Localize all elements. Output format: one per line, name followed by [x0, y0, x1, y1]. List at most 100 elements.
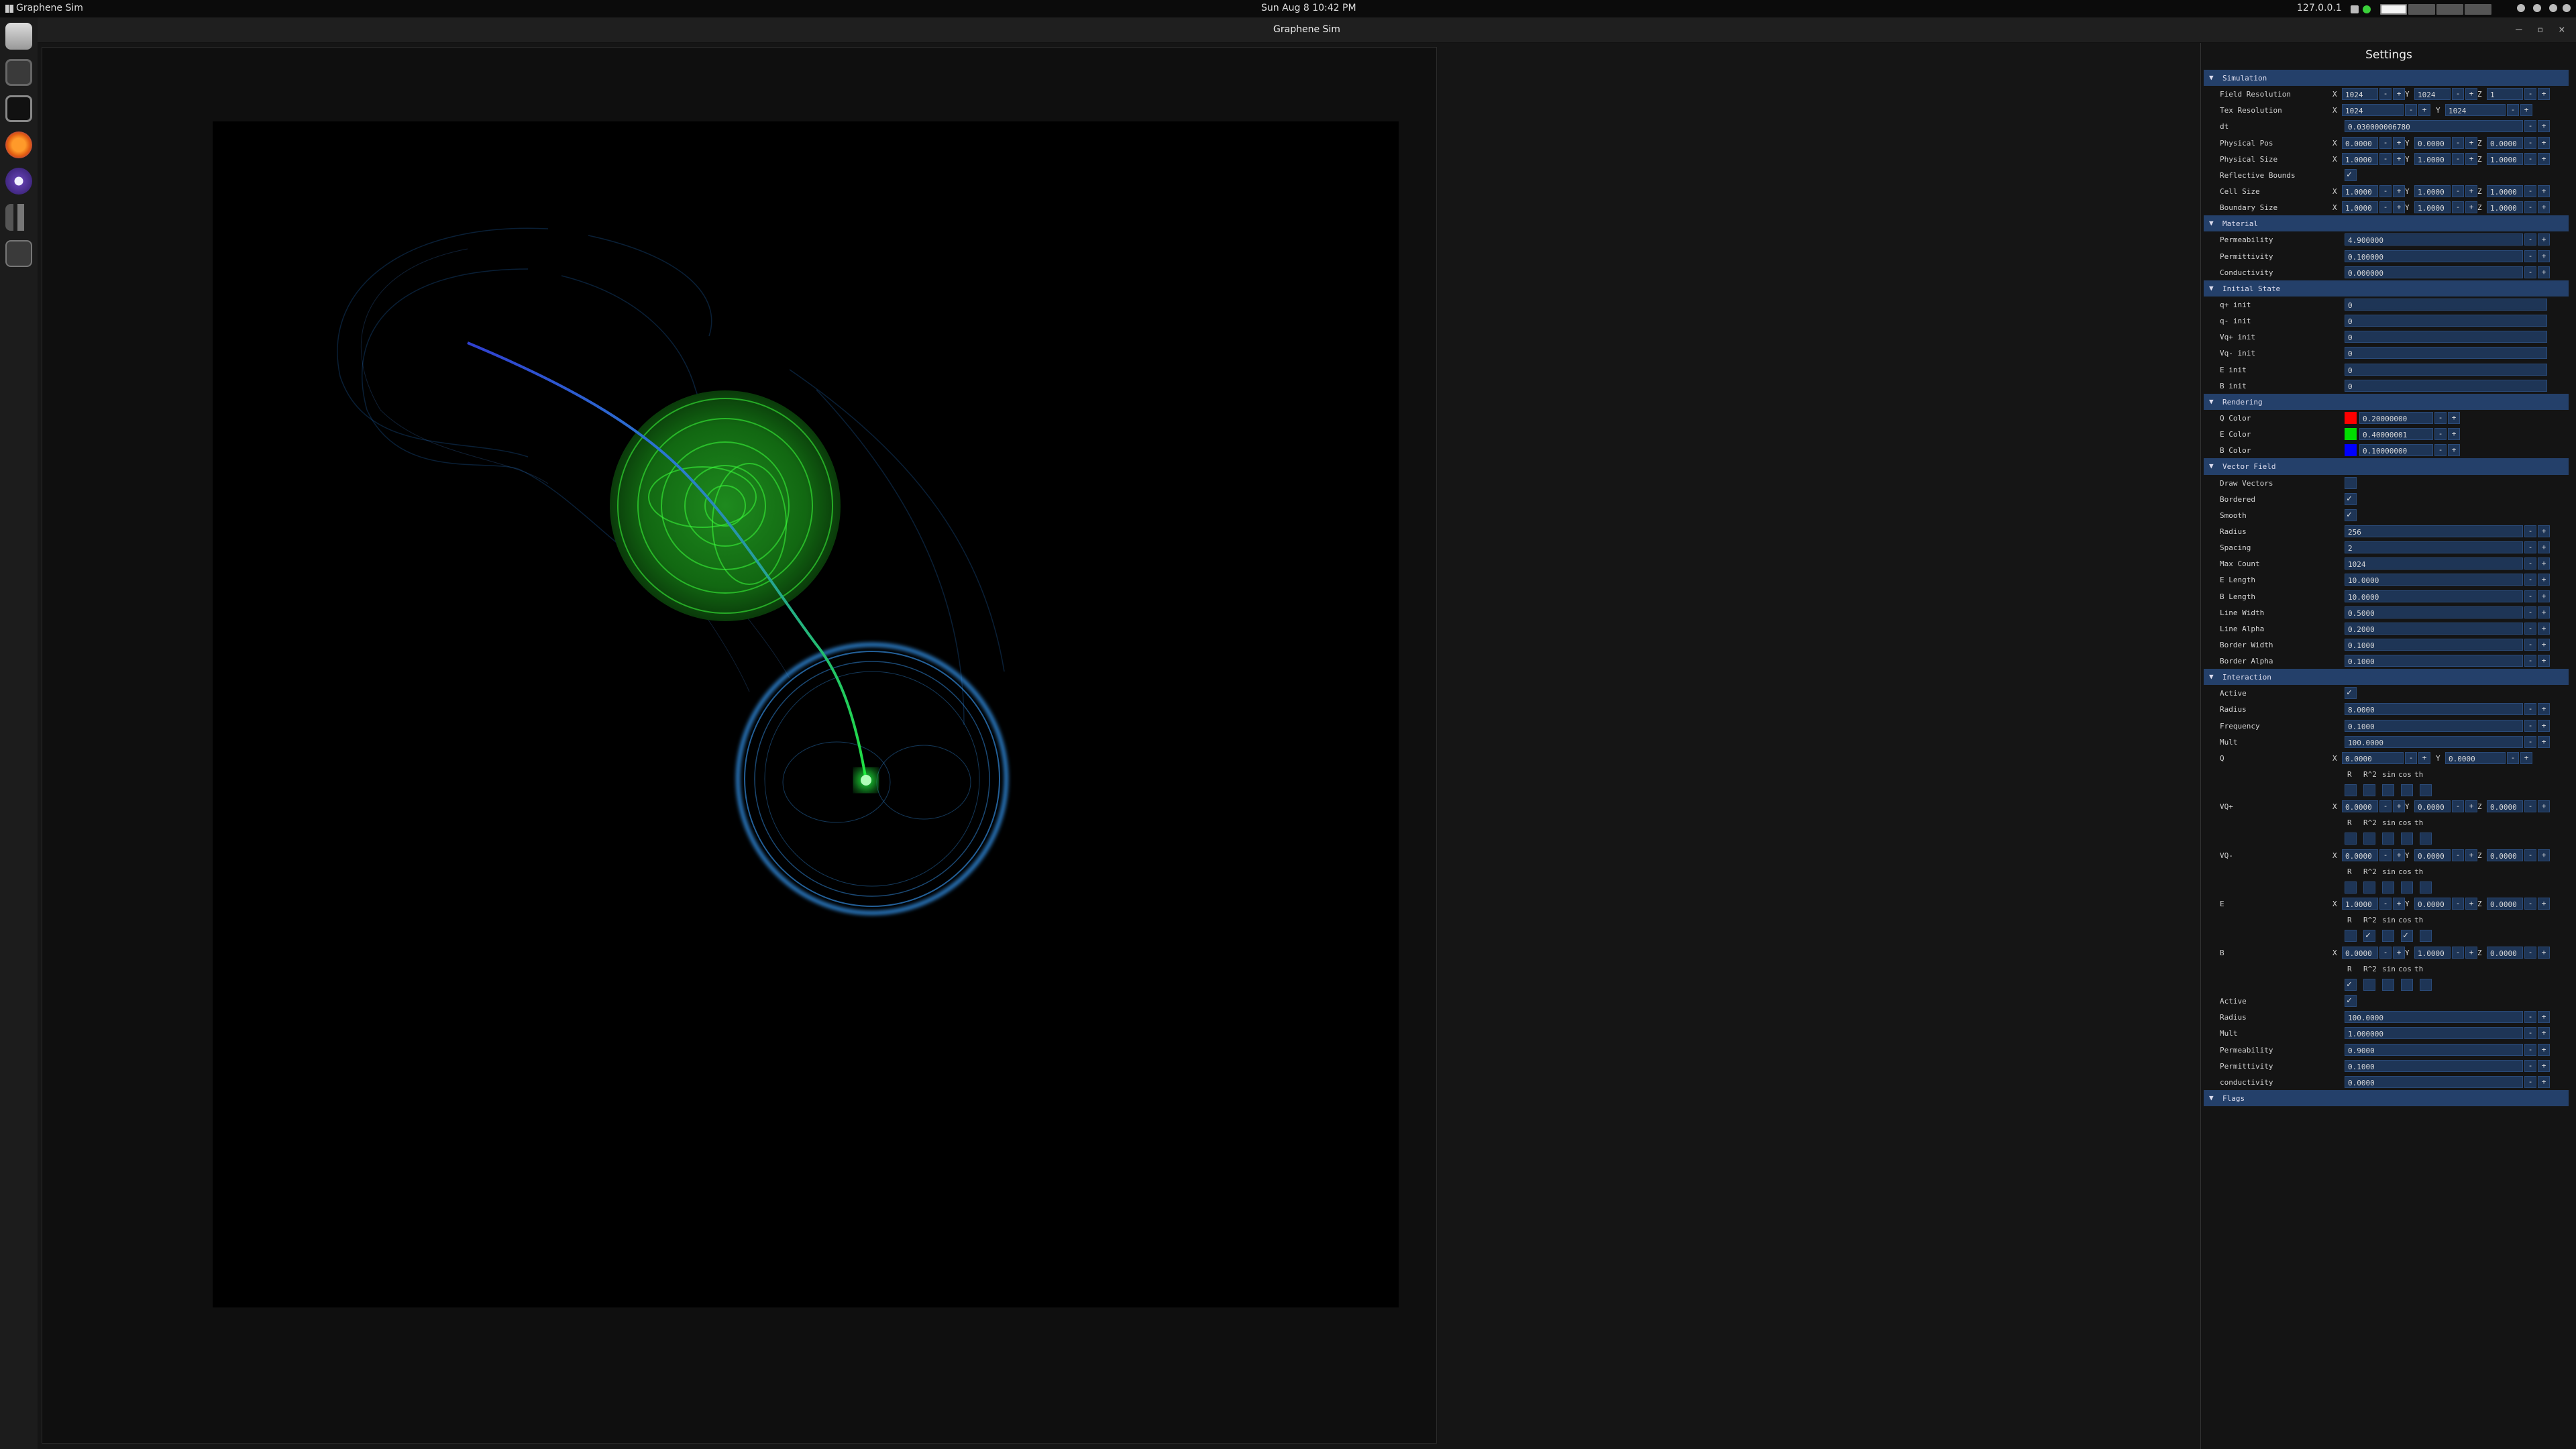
material-radius-minus-button[interactable]: - — [2524, 1011, 2536, 1024]
window-title-bar[interactable]: Graphene Sim – ▫ × — [38, 17, 2576, 43]
smooth-checkbox[interactable] — [2345, 508, 2357, 521]
field-resolution-z-plus-button[interactable]: + — [2538, 88, 2550, 101]
interaction-mult[interactable]: 100.0000 — [2345, 735, 2523, 748]
interaction-e-x-input[interactable]: 1.0000 — [2342, 898, 2378, 910]
material-permeability-plus-button[interactable]: + — [2538, 1043, 2550, 1056]
physical-size-x-input[interactable]: 1.0000 — [2342, 152, 2378, 165]
q-plus-init[interactable]: 0 — [2345, 298, 2547, 311]
interaction-vq-minus-y-input[interactable]: 0.0000 — [2414, 849, 2451, 861]
field-resolution-y-input[interactable]: 1024 — [2414, 88, 2451, 101]
tray-app-icon[interactable] — [2351, 5, 2359, 13]
conductivity-field-plus-button[interactable]: + — [2538, 266, 2550, 278]
tex-resolution-x-minus-button[interactable]: - — [2405, 104, 2417, 117]
material-permittivity-plus-button[interactable]: + — [2538, 1059, 2550, 1072]
boundary-size-y-plus-button[interactable]: + — [2465, 201, 2477, 214]
vf-border-width[interactable]: 0.1000 — [2345, 638, 2523, 651]
physical-size-y-minus-button[interactable]: - — [2452, 152, 2464, 165]
field-resolution-y-minus-button[interactable]: - — [2452, 88, 2464, 101]
workspace-3[interactable] — [2436, 4, 2463, 15]
vf-border-alpha-minus-button[interactable]: - — [2524, 655, 2536, 667]
simulation-canvas[interactable] — [213, 121, 1399, 1307]
e-init[interactable]: 0 — [2345, 363, 2547, 376]
tex-resolution-y-input[interactable]: 1024 — [2445, 104, 2506, 117]
expand-arrow-icon[interactable]: ▼ — [2209, 397, 2214, 406]
vf-border-alpha-plus-button[interactable]: + — [2538, 655, 2550, 667]
vf-line-alpha[interactable]: 0.2000 — [2345, 622, 2523, 635]
interaction-frequency-minus-button[interactable]: - — [2524, 719, 2536, 732]
material-permeability-minus-button[interactable]: - — [2524, 1043, 2536, 1056]
interaction-b-x-minus-button[interactable]: - — [2379, 946, 2392, 959]
boundary-size-z-minus-button[interactable]: - — [2524, 201, 2536, 214]
b-fn-checkbox-1[interactable] — [2345, 978, 2357, 991]
b-color-swatch[interactable] — [2345, 444, 2357, 457]
vf-radius-plus-button[interactable]: + — [2538, 525, 2550, 537]
interaction-q-x-minus-button[interactable]: - — [2405, 751, 2417, 764]
close-button[interactable]: × — [2559, 23, 2565, 36]
physical-size-y-input[interactable]: 1.0000 — [2414, 152, 2451, 165]
vf-b-length[interactable]: 10.0000 — [2345, 590, 2523, 602]
material-active-checkbox[interactable] — [2345, 995, 2357, 1008]
vf-b-length-plus-button[interactable]: + — [2538, 590, 2550, 602]
cell-size-z-plus-button[interactable]: + — [2538, 184, 2550, 197]
vq-plus-fn-checkbox-4[interactable] — [2401, 833, 2413, 845]
material-mult[interactable]: 1.000000 — [2345, 1027, 2523, 1040]
boundary-size-z-input[interactable]: 1.0000 — [2487, 201, 2523, 214]
dt-field[interactable]: 0.030000006780 — [2345, 120, 2523, 133]
vf-spacing-plus-button[interactable]: + — [2538, 541, 2550, 554]
interaction-e-x-minus-button[interactable]: - — [2379, 898, 2392, 910]
workspace-switcher[interactable] — [2380, 4, 2491, 15]
material-radius[interactable]: 100.0000 — [2345, 1011, 2523, 1024]
interaction-e-z-input[interactable]: 0.0000 — [2487, 898, 2523, 910]
vf-border-width-plus-button[interactable]: + — [2538, 638, 2550, 651]
clock[interactable]: Sun Aug 8 10:42 PM — [1261, 3, 1356, 13]
section-interaction[interactable]: ▼ Interaction — [2204, 669, 2569, 686]
power-icon[interactable] — [2563, 4, 2571, 12]
vq-minus-fn-checkbox-2[interactable] — [2363, 881, 2375, 894]
vf-spacing[interactable]: 2 — [2345, 541, 2523, 554]
chrome-dino-icon[interactable] — [5, 204, 32, 231]
vq-plus-init[interactable]: 0 — [2345, 331, 2547, 343]
minimize-button[interactable]: – — [2516, 23, 2522, 36]
files-icon[interactable] — [5, 23, 32, 50]
interaction-q-y-plus-button[interactable]: + — [2520, 751, 2532, 764]
cell-size-x-minus-button[interactable]: - — [2379, 184, 2392, 197]
expand-arrow-icon[interactable]: ▼ — [2209, 672, 2214, 681]
cell-size-x-plus-button[interactable]: + — [2393, 184, 2405, 197]
interaction-e-z-plus-button[interactable]: + — [2538, 898, 2550, 910]
cell-size-y-minus-button[interactable]: - — [2452, 184, 2464, 197]
material-conductivity-minus-button[interactable]: - — [2524, 1075, 2536, 1088]
vq-plus-fn-checkbox-1[interactable] — [2345, 833, 2357, 845]
interaction-vq-minus-x-plus-button[interactable]: + — [2393, 849, 2405, 861]
physical-pos-x-input[interactable]: 0.0000 — [2342, 136, 2378, 149]
section-simulation[interactable]: ▼ Simulation — [2204, 70, 2569, 87]
terminal-icon[interactable] — [5, 95, 32, 122]
permeability-field[interactable]: 4.900000 — [2345, 233, 2523, 246]
e-fn-checkbox-5[interactable] — [2420, 930, 2432, 943]
interaction-vq-plus-z-minus-button[interactable]: - — [2524, 800, 2536, 813]
physical-pos-z-input[interactable]: 0.0000 — [2487, 136, 2523, 149]
system-tray[interactable] — [2351, 4, 2491, 15]
physical-size-z-plus-button[interactable]: + — [2538, 152, 2550, 165]
interaction-b-x-plus-button[interactable]: + — [2393, 946, 2405, 959]
maximize-button[interactable]: ▫ — [2537, 23, 2544, 36]
interaction-vq-plus-y-input[interactable]: 0.0000 — [2414, 800, 2451, 813]
interaction-e-z-minus-button[interactable]: - — [2524, 898, 2536, 910]
material-radius-plus-button[interactable]: + — [2538, 1011, 2550, 1024]
expand-arrow-icon[interactable]: ▼ — [2209, 462, 2214, 470]
tex-resolution-x-plus-button[interactable]: + — [2418, 104, 2430, 117]
interaction-vq-minus-x-input[interactable]: 0.0000 — [2342, 849, 2378, 861]
interaction-e-y-minus-button[interactable]: - — [2452, 898, 2464, 910]
physical-size-z-minus-button[interactable]: - — [2524, 152, 2536, 165]
e-fn-checkbox-4[interactable] — [2401, 930, 2413, 943]
material-conductivity-plus-button[interactable]: + — [2538, 1075, 2550, 1088]
e-fn-checkbox-3[interactable] — [2382, 930, 2394, 943]
q-color-value[interactable]: 0.20000000 — [2359, 411, 2433, 424]
physical-pos-x-minus-button[interactable]: - — [2379, 136, 2392, 149]
q-color-plus-button[interactable]: + — [2448, 411, 2460, 424]
b-fn-checkbox-5[interactable] — [2420, 978, 2432, 991]
active-app-name[interactable]: Graphene Sim — [16, 3, 83, 13]
vf-radius[interactable]: 256 — [2345, 525, 2523, 537]
graphene-sim-icon[interactable] — [5, 240, 32, 267]
interaction-active-checkbox[interactable] — [2345, 687, 2357, 700]
vf-e-length-minus-button[interactable]: - — [2524, 574, 2536, 586]
